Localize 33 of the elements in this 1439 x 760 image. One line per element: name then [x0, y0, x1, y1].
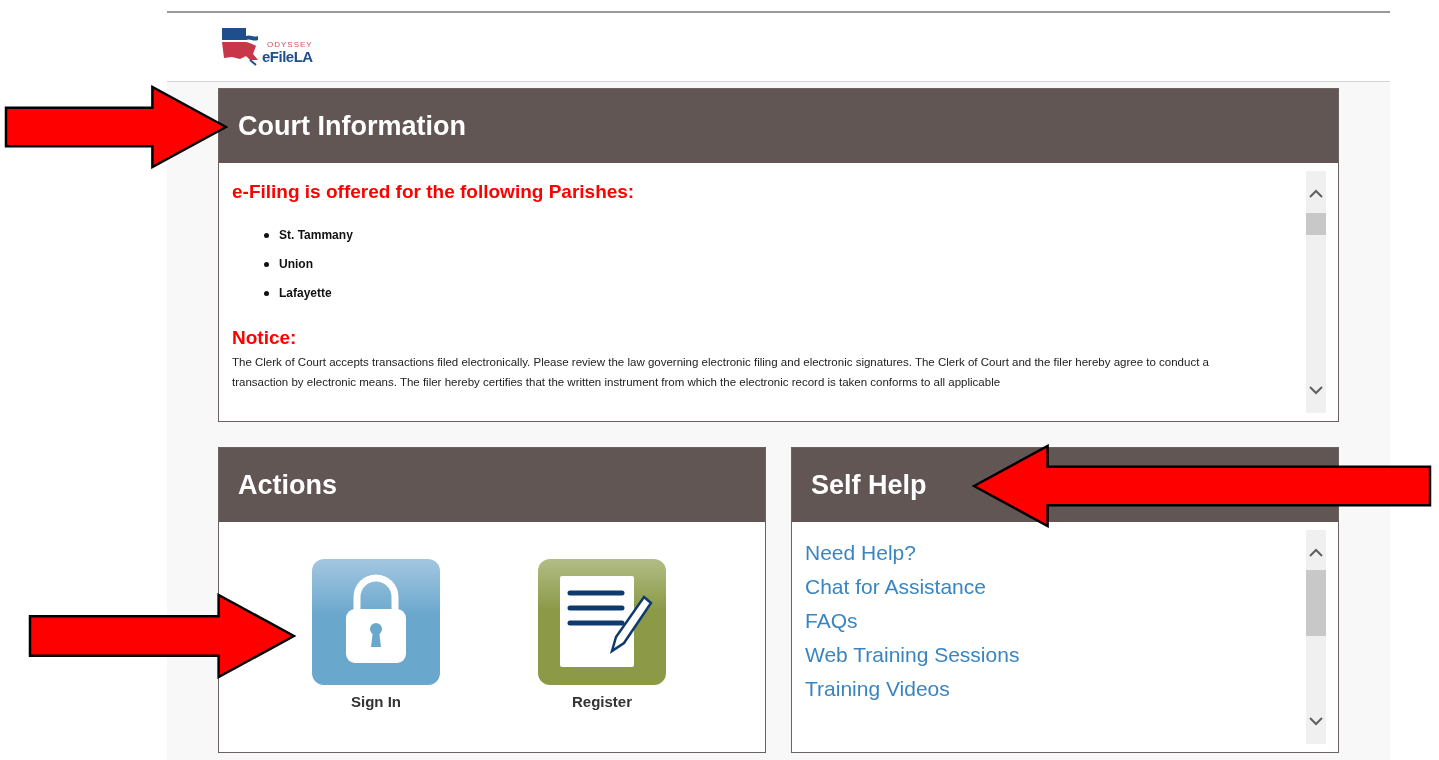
scrollbar-thumb[interactable] — [1306, 213, 1326, 235]
chevron-down-icon[interactable] — [1309, 716, 1323, 726]
logo-overline: ODYSSEY — [267, 40, 313, 49]
parish-item: St. Tammany — [264, 226, 1238, 244]
parish-item: Union — [264, 255, 1238, 273]
action-label[interactable]: Sign In — [351, 691, 401, 714]
scrollbar[interactable] — [1306, 530, 1326, 744]
help-link[interactable]: Chat for Assistance — [805, 572, 986, 601]
panel-title: Actions — [238, 468, 337, 502]
bullet-icon — [264, 261, 269, 267]
state-map-icon — [220, 26, 260, 68]
bullet-icon — [264, 290, 269, 296]
panel-title: Self Help — [811, 468, 927, 502]
logo-text: eFileLA — [262, 49, 313, 64]
chevron-down-icon[interactable] — [1309, 385, 1323, 395]
parishes-heading: e-Filing is offered for the following Parishes: — [232, 180, 636, 204]
document-pencil-icon[interactable] — [538, 559, 666, 685]
help-link[interactable]: Training Videos — [805, 674, 950, 703]
help-link[interactable]: Need Help? — [805, 538, 916, 567]
scrollbar[interactable] — [1306, 171, 1326, 413]
panel-title: Court Information — [238, 109, 466, 143]
padlock-icon[interactable] — [312, 559, 440, 685]
help-link[interactable]: FAQs — [805, 606, 858, 635]
bullet-icon — [264, 232, 269, 238]
chevron-up-icon[interactable] — [1309, 189, 1323, 199]
action-label[interactable]: Register — [572, 691, 632, 714]
help-link[interactable]: Web Training Sessions — [805, 640, 1020, 669]
logo[interactable]: ODYSSEY eFileLA — [220, 26, 313, 68]
parish-item: Lafayette — [264, 284, 1238, 302]
notice-text: The Clerk of Court accepts transactions filed electronically. Please review the law governing electronic filing and electronic signatures. The Clerk of Court and the filer hereby agree to conduct a transaction by electronic means. The filer hereby certifies that the written instrument from which the electronic record is taken conforms to all applicable — [232, 355, 1210, 390]
chevron-up-icon[interactable] — [1309, 548, 1323, 558]
notice-heading: Notice: — [232, 325, 298, 350]
scrollbar-thumb[interactable] — [1306, 570, 1326, 636]
